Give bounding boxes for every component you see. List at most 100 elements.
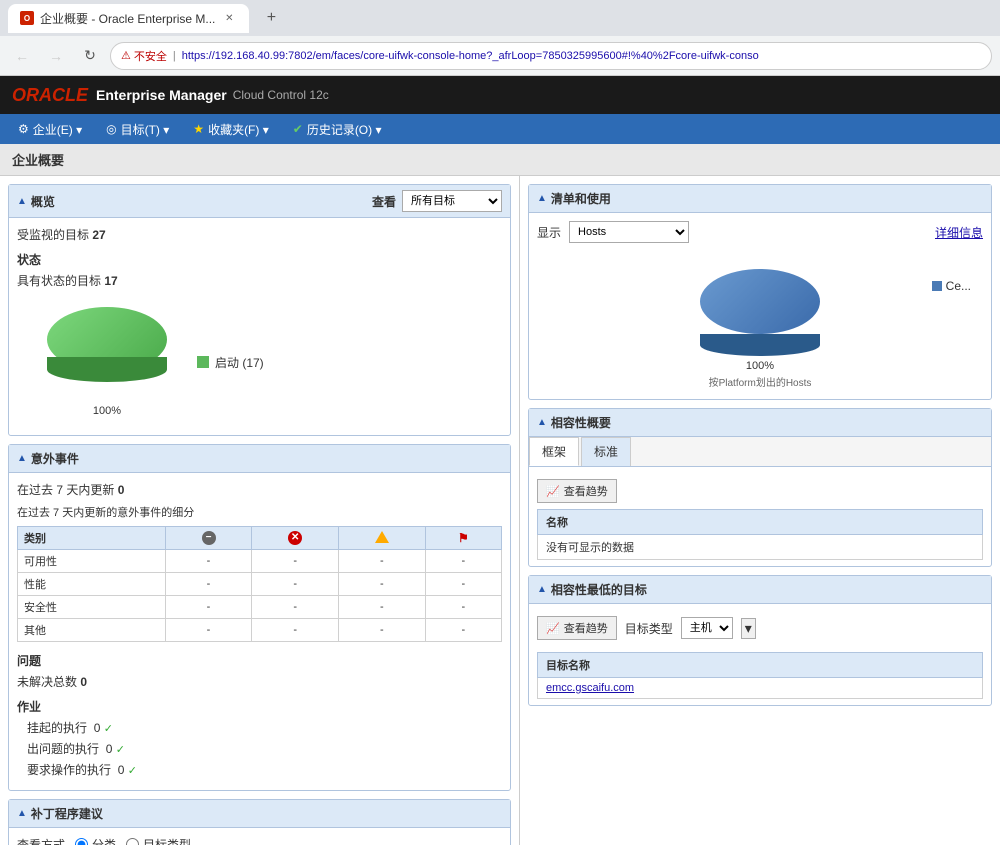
trend-chart-icon-2: 📈 <box>546 622 560 635</box>
unresolved-row: 未解决总数 0 <box>17 673 502 690</box>
pie-side-face <box>47 357 167 382</box>
col-x-icon: ✕ <box>252 527 339 550</box>
nav-enterprise-label: 企业(E) ▾ <box>33 121 82 138</box>
nav-history[interactable]: ✔ 历史记录(O) ▾ <box>283 117 392 142</box>
pie-subtitle: 按Platform划出的Hosts <box>549 374 971 389</box>
cleanup-arrow: ▲ <box>537 193 547 204</box>
address-bar[interactable]: ⚠ 不安全 | https://192.168.40.99:7802/em/fa… <box>110 42 992 70</box>
minus-icon: − <box>202 531 216 545</box>
radio-classification-input[interactable] <box>75 838 88 845</box>
col-minus-icon: − <box>165 527 252 550</box>
browser-tab-bar: O 企业概要 - Oracle Enterprise M... ✕ + <box>0 0 1000 36</box>
no-data-cell: 没有可显示的数据 <box>538 535 983 560</box>
radio-target-type-input[interactable] <box>126 838 139 845</box>
view-label: 查看 <box>372 193 396 210</box>
overview-title: 概览 <box>31 193 55 210</box>
target-type-label: 目标类型 <box>625 620 673 637</box>
back-button[interactable]: ← <box>8 42 36 70</box>
patch-body: 查看方式 分类 目标类型 <box>9 828 510 845</box>
oracle-logo: ORACLE <box>12 85 88 106</box>
right-pie-legend: Ce... <box>932 279 971 293</box>
monitored-targets: 受监视的目标 27 <box>17 226 502 243</box>
view-dropdown[interactable]: 所有目标 <box>402 190 502 212</box>
refresh-button[interactable]: ↻ <box>76 42 104 70</box>
check-icon-suspended: ✓ <box>104 723 113 735</box>
lowest-compliance-title: 相容性最低的目标 <box>551 581 647 598</box>
view-trend-button[interactable]: 📈 查看趋势 <box>537 479 617 503</box>
compliance-summary-section: ▲ 相容性概要 框架 标准 📈 查看趋势 名称 没有可显 <box>528 408 992 567</box>
lowest-compliance-header: ▲ 相容性最低的目标 <box>529 576 991 604</box>
patch-section: ▲ 补丁程序建议 查看方式 分类 目标类型 <box>8 799 511 845</box>
display-row: 显示 Hosts 详细信息 <box>529 213 991 251</box>
target-type-dropdown[interactable]: 主机 <box>681 617 733 639</box>
legend-item-started: 启动 (17) <box>197 354 264 371</box>
forward-button[interactable]: → <box>42 42 70 70</box>
pie-side-face-right <box>700 334 820 356</box>
patch-header: ▲ 补丁程序建议 <box>9 800 510 828</box>
compliance-summary-table: 名称 没有可显示的数据 <box>537 509 983 560</box>
warning-icon <box>375 531 389 543</box>
chart-legend: 启动 (17) <box>197 354 264 371</box>
status-title: 状态 <box>17 251 502 268</box>
table-row: 可用性 ---- <box>18 550 502 573</box>
incidents-table: 类别 − ✕ ⚑ 可用性 ---- 性能 <box>17 526 502 642</box>
view-trend-button-2[interactable]: 📈 查看趋势 <box>537 616 617 640</box>
cleanup-pie-chart: 100% <box>690 269 830 372</box>
app-header: ORACLE Enterprise Manager Cloud Control … <box>0 76 1000 114</box>
display-label: 显示 <box>537 224 561 241</box>
tab-framework[interactable]: 框架 <box>529 437 579 466</box>
tab-standard[interactable]: 标准 <box>581 437 631 466</box>
detail-link[interactable]: 详细信息 <box>935 224 983 241</box>
display-dropdown[interactable]: Hosts <box>569 221 689 243</box>
compliance-tab-bar: 框架 标准 <box>529 437 991 467</box>
browser-navigation: ← → ↻ ⚠ 不安全 | https://192.168.40.99:7802… <box>0 36 1000 76</box>
overview-header: ▲ 概览 查看 所有目标 <box>9 185 510 218</box>
active-tab[interactable]: O 企业概要 - Oracle Enterprise M... ✕ <box>8 4 249 33</box>
main-content: ▲ 概览 查看 所有目标 受监视的目标 27 状态 具有状态的目标 17 <box>0 176 1000 845</box>
oracle-cloud-label: Cloud Control 12c <box>233 88 329 102</box>
nav-targets-label: 目标(T) ▾ <box>121 121 170 138</box>
cleanup-chart-area: 100% Ce... 按Platform划出的Hosts <box>529 259 991 399</box>
breakdown-label: 在过去 7 天内更新的意外事件的细分 <box>17 504 502 520</box>
new-tab-button[interactable]: + <box>257 4 285 32</box>
cleanup-title: 清单和使用 <box>551 190 611 207</box>
row-performance: 性能 <box>18 573 166 596</box>
cleanup-section: ▲ 清单和使用 显示 Hosts 详细信息 100% <box>528 184 992 400</box>
nav-enterprise[interactable]: ⚙ 企业(E) ▾ <box>8 117 92 142</box>
target-cell: emcc.gscaifu.com <box>538 678 983 699</box>
flag-icon: ⚑ <box>458 531 469 545</box>
lowest-compliance-controls: 📈 查看趋势 目标类型 主机 ▾ <box>537 610 983 646</box>
incidents-body: 在过去 7 天内更新 0 在过去 7 天内更新的意外事件的细分 类别 − ✕ ⚑ <box>9 473 510 790</box>
left-panel: ▲ 概览 查看 所有目标 受监视的目标 27 状态 具有状态的目标 17 <box>0 176 520 845</box>
nav-targets[interactable]: ◎ 目标(T) ▾ <box>96 117 179 142</box>
table-row: emcc.gscaifu.com <box>538 678 983 699</box>
tab-close-button[interactable]: ✕ <box>221 10 237 26</box>
app-navigation: ⚙ 企业(E) ▾ ◎ 目标(T) ▾ ★ 收藏夹(F) ▾ ✔ 历史记录(O)… <box>0 114 1000 144</box>
url-text: https://192.168.40.99:7802/em/faces/core… <box>182 50 759 62</box>
target-type-dropdown-btn[interactable]: ▾ <box>741 618 756 639</box>
legend-item-right: Ce... <box>932 279 971 293</box>
patch-arrow: ▲ <box>17 808 27 819</box>
compliance-summary-arrow: ▲ <box>537 417 547 428</box>
page-title: 企业概要 <box>0 144 1000 176</box>
suspended-row: 挂起的执行 0 ✓ <box>17 719 502 736</box>
jobs-title: 作业 <box>17 698 502 715</box>
table-row: 其他 ---- <box>18 619 502 642</box>
lowest-compliance-arrow: ▲ <box>537 584 547 595</box>
target-link[interactable]: emcc.gscaifu.com <box>546 682 634 694</box>
lowest-compliance-table: 目标名称 emcc.gscaifu.com <box>537 652 983 699</box>
patch-title: 补丁程序建议 <box>31 805 103 822</box>
lowest-compliance-section: ▲ 相容性最低的目标 📈 查看趋势 目标类型 主机 ▾ <box>528 575 992 706</box>
cleanup-header: ▲ 清单和使用 <box>529 185 991 213</box>
row-security: 安全性 <box>18 596 166 619</box>
lowest-compliance-body: 📈 查看趋势 目标类型 主机 ▾ 目标名称 <box>529 604 991 705</box>
nav-favorites[interactable]: ★ 收藏夹(F) ▾ <box>183 117 278 142</box>
incidents-section: ▲ 意外事件 在过去 7 天内更新 0 在过去 7 天内更新的意外事件的细分 类… <box>8 444 511 791</box>
pie-percent-label: 100% <box>37 405 177 417</box>
error-row: 出问题的执行 0 ✓ <box>17 740 502 757</box>
updated-count-row: 在过去 7 天内更新 0 <box>17 481 502 498</box>
nav-favorites-label: 收藏夹(F) ▾ <box>208 121 269 138</box>
trend-chart-icon: 📈 <box>546 485 560 498</box>
right-pie-percent: 100% <box>690 360 830 372</box>
oracle-em-label: Enterprise Manager <box>96 87 227 103</box>
